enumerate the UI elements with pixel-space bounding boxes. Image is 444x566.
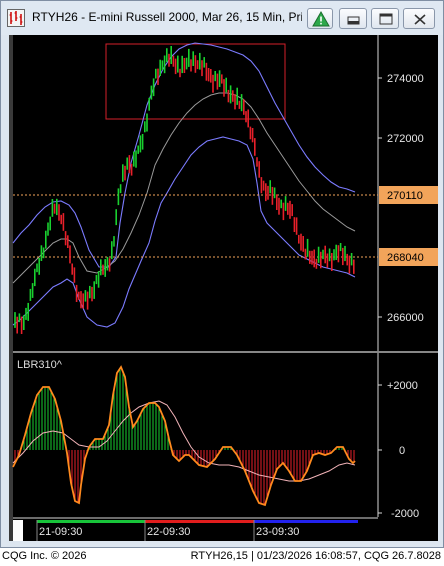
indicator-name: LBR310^ bbox=[17, 359, 63, 371]
alert-button[interactable] bbox=[307, 8, 333, 29]
close-icon bbox=[414, 14, 426, 25]
alert-triangle-icon bbox=[312, 10, 330, 27]
indicator-panel[interactable]: LBR310^ +2000 0 -2000 bbox=[12, 353, 419, 520]
scroll-handle[interactable] bbox=[13, 520, 23, 541]
minimize-icon bbox=[347, 16, 360, 25]
price-axis-label: 274000 bbox=[387, 73, 424, 85]
time-label-21: 21-09:30 bbox=[39, 526, 82, 538]
status-info: RTYH26,15 | 01/23/2026 16:08:57, CQG 26.… bbox=[190, 550, 441, 562]
session-bar-3 bbox=[254, 520, 358, 523]
close-button[interactable] bbox=[403, 8, 435, 29]
indicator-axis-label: -2000 bbox=[391, 508, 419, 520]
maximize-icon bbox=[379, 13, 393, 25]
price-axis-label: 266000 bbox=[387, 312, 424, 324]
time-label-22: 22-09:30 bbox=[147, 526, 190, 538]
price-panel[interactable]: 274000 272000 266000 270110 268040 bbox=[12, 35, 438, 351]
minimize-button[interactable] bbox=[339, 8, 367, 29]
chart-canvas[interactable]: 274000 272000 266000 270110 268040 LBR31… bbox=[9, 35, 438, 541]
session-bar-1 bbox=[37, 520, 145, 523]
indicator-axis-label: 0 bbox=[399, 445, 405, 457]
window-title: RTYH26 - E-mini Russell 2000, Mar 26, 15… bbox=[32, 10, 302, 24]
session-bar-2 bbox=[145, 520, 254, 523]
indicator-axis-label: +2000 bbox=[387, 380, 418, 392]
level-label-270110: 270110 bbox=[387, 190, 423, 202]
title-bar[interactable]: RTYH26 - E-mini Russell 2000, Mar 26, 15… bbox=[1, 1, 443, 35]
price-axis-label: 272000 bbox=[387, 133, 424, 145]
time-label-23: 23-09:30 bbox=[256, 526, 299, 538]
time-axis[interactable]: 21-09:30 22-09:30 23-09:30 bbox=[13, 517, 378, 541]
indicator-plot-area[interactable] bbox=[13, 353, 378, 517]
left-margin-strip bbox=[9, 35, 13, 541]
copyright-text: CQG Inc. © 2026 bbox=[2, 550, 87, 562]
maximize-button[interactable] bbox=[371, 8, 399, 29]
status-bar: CQG Inc. © 2026 RTYH26,15 | 01/23/2026 1… bbox=[0, 548, 444, 566]
chart-app-icon bbox=[7, 9, 25, 27]
chart-window: RTYH26 - E-mini Russell 2000, Mar 26, 15… bbox=[0, 0, 444, 548]
chart-area[interactable]: 274000 272000 266000 270110 268040 LBR31… bbox=[9, 35, 438, 541]
level-label-268040: 268040 bbox=[387, 252, 424, 264]
price-plot-area[interactable] bbox=[13, 35, 378, 351]
